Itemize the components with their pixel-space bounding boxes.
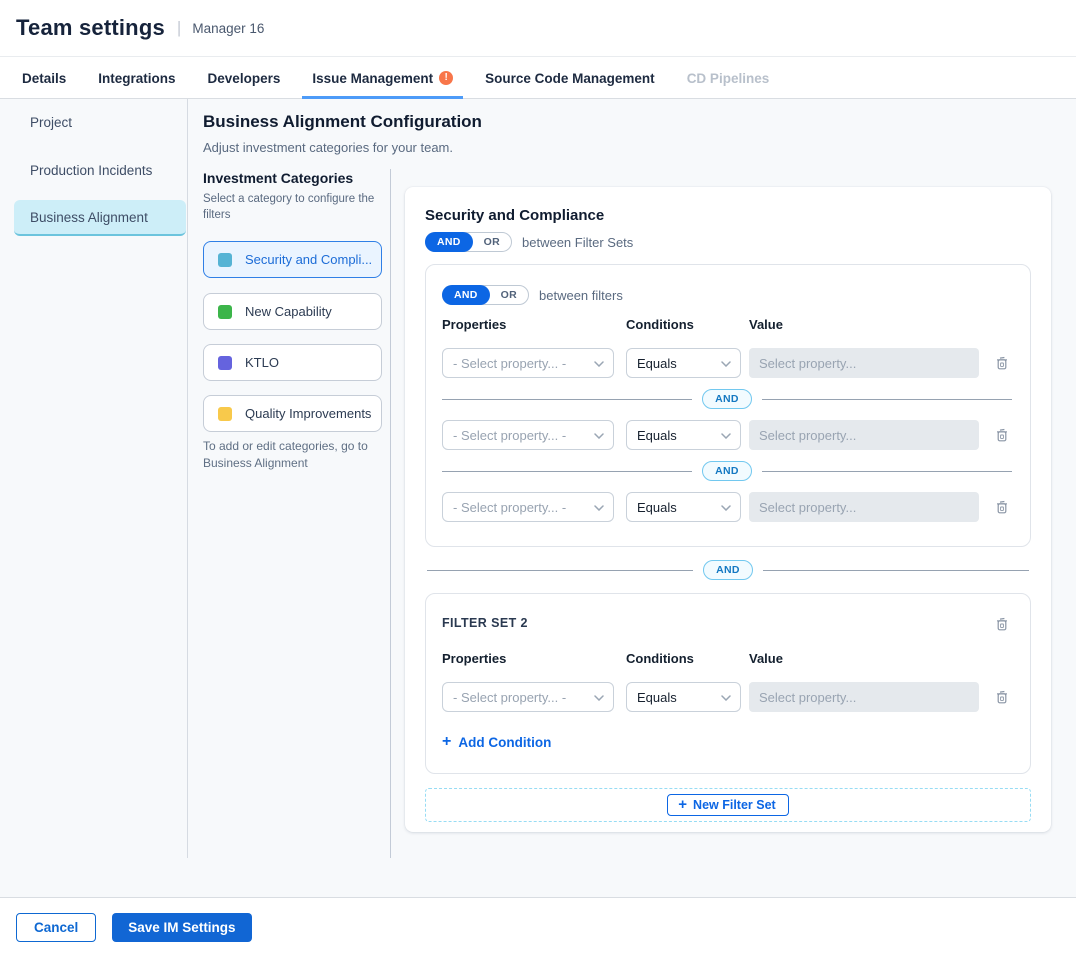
tab-cd-pipelines: CD Pipelines: [677, 58, 780, 98]
delete-filter-button[interactable]: [992, 425, 1012, 446]
tab-issue-management[interactable]: Issue Management !: [302, 58, 463, 98]
tab-details[interactable]: Details: [12, 58, 76, 98]
condition-select[interactable]: Equals: [626, 420, 741, 450]
tab-source-code-management[interactable]: Source Code Management: [475, 58, 665, 98]
filter-row: - Select property... - Equals: [442, 420, 1012, 450]
new-filter-set-button[interactable]: + New Filter Set: [667, 794, 788, 816]
delete-filter-button[interactable]: [992, 353, 1012, 374]
page-footer: Cancel Save IM Settings: [0, 897, 1076, 956]
trash-icon: [994, 616, 1010, 633]
value-input[interactable]: [749, 348, 979, 378]
chevron-down-icon: [721, 361, 731, 367]
between-filter-sets-label: between Filter Sets: [522, 235, 633, 250]
page-title: Team settings: [16, 15, 165, 41]
filters-and-or-toggle[interactable]: AND OR: [442, 285, 529, 305]
delete-filter-button[interactable]: [992, 497, 1012, 518]
section-title: Business Alignment Configuration: [203, 112, 482, 132]
sidebar-divider: [187, 99, 188, 858]
row-connector: AND: [442, 389, 1012, 409]
categories-divider: [390, 169, 391, 858]
filter-row: - Select property... - Equals: [442, 348, 1012, 378]
save-im-settings-button[interactable]: Save IM Settings: [112, 913, 251, 942]
chevron-down-icon: [721, 433, 731, 439]
title-separator: |: [177, 18, 181, 38]
categories-heading: Investment Categories: [203, 170, 353, 186]
category-color-swatch: [218, 305, 232, 319]
chevron-down-icon: [721, 695, 731, 701]
category-color-swatch: [218, 356, 232, 370]
add-condition-button[interactable]: + Add Condition: [442, 734, 551, 750]
categories-hint: Select a category to configure the filte…: [203, 191, 375, 223]
column-header-conditions: Conditions: [626, 651, 749, 666]
trash-icon: [994, 427, 1010, 444]
row-connector: AND: [442, 461, 1012, 481]
chevron-down-icon: [721, 505, 731, 511]
property-select[interactable]: - Select property... -: [442, 492, 614, 522]
filter-set-1-card: AND OR between filters Properties Condit…: [425, 264, 1031, 547]
column-header-value: Value: [749, 317, 979, 332]
category-color-swatch: [218, 253, 232, 267]
column-header-properties: Properties: [442, 317, 626, 332]
chevron-down-icon: [594, 505, 604, 511]
toggle-and-option[interactable]: AND: [425, 232, 473, 252]
filter-sets-connector: AND: [427, 560, 1029, 580]
delete-filter-set-button[interactable]: [992, 614, 1012, 635]
warning-badge-icon: !: [439, 71, 453, 85]
filter-row: - Select property... - Equals: [442, 492, 1012, 522]
category-ktlo[interactable]: KTLO: [203, 344, 382, 381]
category-quality-improvements[interactable]: Quality Improvements: [203, 395, 382, 432]
column-header-value: Value: [749, 651, 979, 666]
chevron-down-icon: [594, 695, 604, 701]
and-connector-pill: AND: [703, 560, 753, 580]
value-input[interactable]: [749, 420, 979, 450]
condition-select[interactable]: Equals: [626, 492, 741, 522]
plus-icon: +: [678, 797, 687, 812]
column-header-conditions: Conditions: [626, 317, 749, 332]
property-select[interactable]: - Select property... -: [442, 348, 614, 378]
chevron-down-icon: [594, 361, 604, 367]
delete-filter-button[interactable]: [992, 687, 1012, 708]
property-select[interactable]: - Select property... -: [442, 420, 614, 450]
sidebar-item-project[interactable]: Project: [14, 104, 186, 140]
and-connector-pill: AND: [702, 461, 752, 481]
and-connector-pill: AND: [702, 389, 752, 409]
section-subtitle: Adjust investment categories for your te…: [203, 140, 453, 155]
category-new-capability[interactable]: New Capability: [203, 293, 382, 330]
sidebar-item-business-alignment[interactable]: Business Alignment: [14, 200, 186, 236]
team-name-label: Manager 16: [192, 21, 264, 36]
condition-select[interactable]: Equals: [626, 348, 741, 378]
trash-icon: [994, 355, 1010, 372]
toggle-or-option[interactable]: OR: [490, 289, 528, 301]
property-select[interactable]: - Select property... -: [442, 682, 614, 712]
page-header: Team settings | Manager 16: [0, 0, 1076, 57]
trash-icon: [994, 689, 1010, 706]
condition-select[interactable]: Equals: [626, 682, 741, 712]
panel-title: Security and Compliance: [425, 207, 1031, 224]
trash-icon: [994, 499, 1010, 516]
category-security-and-compliance[interactable]: Security and Compli...: [203, 241, 382, 278]
settings-tabbar: Details Integrations Developers Issue Ma…: [0, 58, 1076, 99]
between-filters-label: between filters: [539, 288, 623, 303]
filter-sets-and-or-toggle[interactable]: AND OR: [425, 232, 512, 252]
chevron-down-icon: [594, 433, 604, 439]
column-header-properties: Properties: [442, 651, 626, 666]
categories-footnote: To add or edit categories, go to Busines…: [203, 438, 386, 471]
filter-set-2-title: FILTER SET 2: [442, 614, 528, 630]
toggle-or-option[interactable]: OR: [473, 236, 511, 248]
tab-integrations[interactable]: Integrations: [88, 58, 185, 98]
team-settings-page: Team settings | Manager 16 Details Integ…: [0, 0, 1076, 956]
new-filter-set-dropzone: + New Filter Set: [425, 788, 1031, 822]
tab-developers[interactable]: Developers: [198, 58, 291, 98]
filter-row: - Select property... - Equals: [442, 682, 1012, 712]
value-input[interactable]: [749, 492, 979, 522]
filter-set-2-card: FILTER SET 2 Properties Conditions Value…: [425, 593, 1031, 774]
toggle-and-option[interactable]: AND: [442, 285, 490, 305]
filter-configuration-panel: Security and Compliance AND OR between F…: [405, 187, 1051, 832]
sidebar-item-production-incidents[interactable]: Production Incidents: [14, 152, 186, 188]
cancel-button[interactable]: Cancel: [16, 913, 96, 942]
plus-icon: +: [442, 734, 451, 750]
category-color-swatch: [218, 407, 232, 421]
content-area: Project Production Incidents Business Al…: [0, 99, 1076, 897]
value-input[interactable]: [749, 682, 979, 712]
